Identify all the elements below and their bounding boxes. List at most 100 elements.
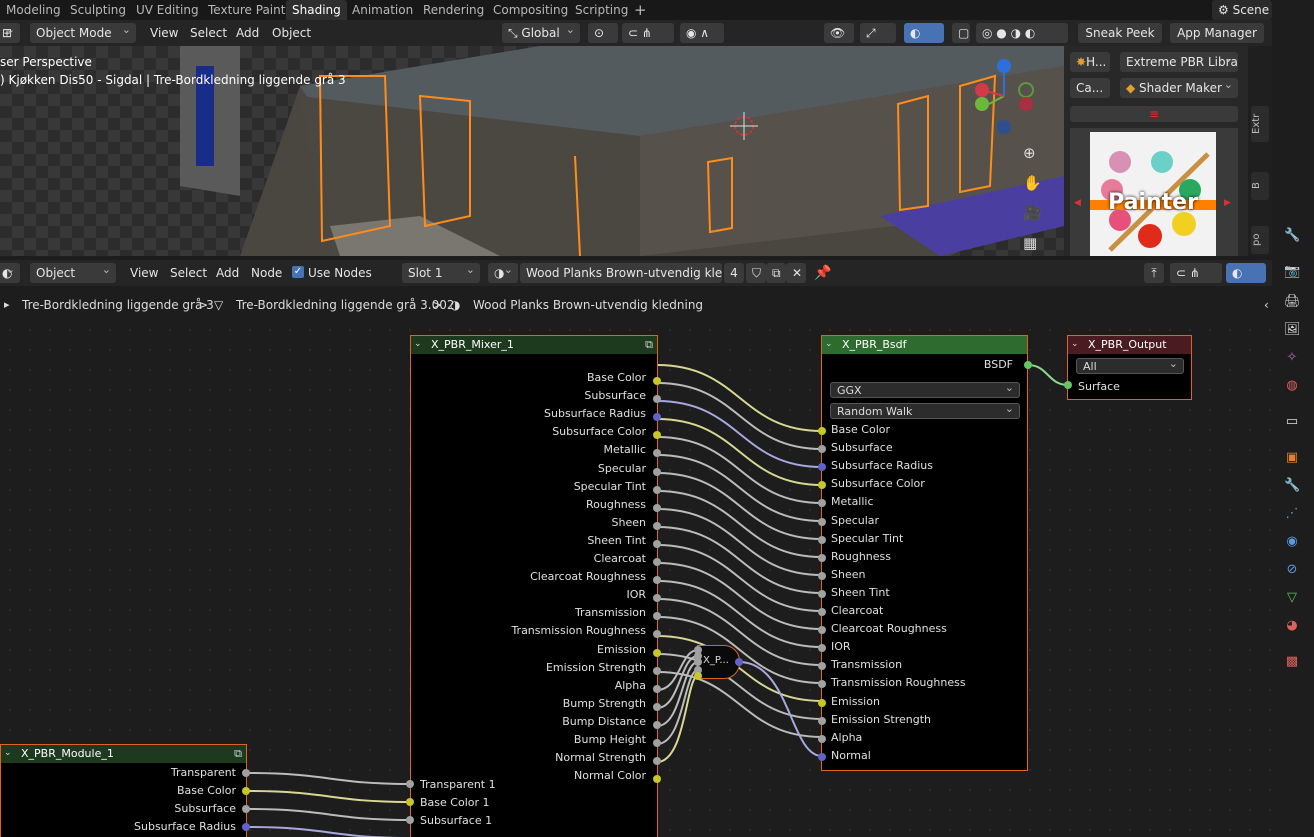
tab-animation[interactable]: Animation (346, 0, 419, 20)
surface-input-socket[interactable] (1064, 381, 1072, 389)
mixer-output-socket[interactable] (653, 467, 661, 476)
extreme-pbr-dropdown[interactable]: Extreme PBR Libra... (1120, 52, 1238, 72)
tab-compositing[interactable]: Compositing (487, 0, 574, 20)
tab-sculpting[interactable]: Sculpting (64, 0, 132, 20)
data-icon[interactable]: ▽ (1284, 590, 1300, 606)
mixer-output-socket[interactable] (653, 539, 661, 548)
output-icon[interactable]: 🖨 (1284, 294, 1301, 310)
pan-hand-icon[interactable]: ✋ (1023, 174, 1042, 192)
material-users[interactable]: 4 (724, 263, 744, 283)
module-output-socket[interactable] (242, 823, 250, 831)
node-canvas[interactable]: X_PBR_Mixer_1 ⌄ ⧉ X_PBR_Bsdf ⌄ BSDF GGX … (0, 320, 1276, 837)
node-snap-icon[interactable]: ⊂ ⋔ (1170, 263, 1222, 283)
bsdf-input-socket[interactable] (818, 535, 826, 544)
mixer-output-socket[interactable] (653, 666, 661, 675)
subsurface-method-dropdown[interactable]: Random Walk (830, 401, 1020, 419)
module-output-socket[interactable] (242, 769, 250, 777)
menu-view[interactable]: View (150, 23, 178, 43)
app-manager-button[interactable]: App Manager (1170, 23, 1264, 43)
prev-arrow-icon[interactable]: ◀ (1074, 198, 1081, 208)
object-mode-dropdown[interactable]: Object Mode (30, 23, 136, 43)
collection-icon[interactable]: ▭ (1284, 414, 1300, 430)
bsdf-input-socket[interactable] (818, 608, 826, 616)
zoom-icon[interactable]: ⊕ (1023, 144, 1036, 162)
slot-dropdown[interactable]: Slot 1 (402, 263, 480, 283)
overlay-icon[interactable]: ◐ (904, 23, 944, 43)
pivot-icon[interactable]: ⊙ (588, 23, 618, 43)
mixer-output-socket[interactable] (653, 720, 661, 729)
camera-icon[interactable]: 🎥 (1023, 204, 1042, 222)
collapse-chevron-icon[interactable]: ⌄ (825, 339, 833, 349)
node-overlay-icon[interactable]: ◐ (1226, 263, 1266, 283)
mixer-input-socket[interactable] (406, 816, 414, 824)
node-menu-select[interactable]: Select (170, 263, 207, 283)
mixer-output-socket[interactable] (653, 558, 661, 566)
proportional-edit-icon[interactable]: ◉ ∧ (680, 23, 724, 43)
mixer-input-socket[interactable] (406, 780, 414, 788)
duplicate-icon[interactable]: ⧉ (766, 263, 786, 283)
object-type-dropdown[interactable]: Object (30, 263, 116, 283)
tab-rendering[interactable]: Rendering (417, 0, 490, 20)
use-nodes-checkbox[interactable]: ✓ (292, 266, 304, 278)
render-icon[interactable]: 📷 (1284, 264, 1300, 280)
xray-icon[interactable]: ▢ (952, 23, 970, 43)
bsdf-input-socket[interactable] (818, 698, 826, 707)
bsdf-output-socket[interactable] (1024, 361, 1032, 369)
distribution-dropdown[interactable]: GGX (830, 380, 1020, 398)
mixer-output-socket[interactable] (653, 521, 661, 530)
bsdf-input-socket[interactable] (818, 517, 826, 526)
bsdf-input-socket[interactable] (818, 427, 826, 435)
scene-prop-icon[interactable]: ✧ (1284, 350, 1300, 366)
collapse-chevron-icon[interactable]: ⌄ (414, 339, 422, 349)
h-button[interactable]: ✸H... (1070, 52, 1110, 72)
material-browse-icon[interactable]: ◑ (488, 263, 518, 283)
modifier-icon[interactable]: 🔧 (1284, 478, 1300, 494)
menu-select[interactable]: Select (190, 23, 227, 43)
orientation-dropdown[interactable]: ⤡ Global (502, 23, 580, 43)
group-output-socket[interactable] (735, 658, 743, 666)
grid-view-icon[interactable]: ▦ (1023, 234, 1037, 252)
mixer-output-socket[interactable] (653, 503, 661, 512)
particles-icon[interactable]: ⋰ (1284, 506, 1300, 522)
menu-add[interactable]: Add (236, 23, 259, 43)
mixer-output-socket[interactable] (653, 739, 661, 747)
menu-object[interactable]: Object (272, 23, 311, 43)
bsdf-input-socket[interactable] (818, 553, 826, 562)
object-prop-icon[interactable]: ▣ (1284, 450, 1300, 466)
collapse-chevron-icon[interactable]: ⌄ (4, 748, 12, 758)
editor-type-button[interactable]: ⊞ (0, 23, 20, 43)
module-output-socket[interactable] (242, 805, 250, 813)
tab-extr[interactable]: Extr (1251, 106, 1269, 142)
module-output-socket[interactable] (242, 787, 250, 795)
ca-button[interactable]: Ca... (1070, 78, 1110, 98)
tool-icon[interactable]: 🔧 (1284, 228, 1300, 244)
painter-preview[interactable]: Painter ◀ ▶ (1070, 128, 1238, 256)
node-menu-view[interactable]: View (130, 263, 158, 283)
gizmo-icon[interactable]: ⤢ (860, 23, 896, 43)
tab-scripting[interactable]: Scripting (569, 0, 634, 20)
mixer-input-socket[interactable] (406, 798, 414, 806)
add-workspace-icon[interactable]: + (628, 0, 653, 20)
group-input-socket[interactable] (694, 672, 702, 680)
sneak-peek-button[interactable]: Sneak Peek (1078, 23, 1162, 43)
snap-icon[interactable]: ⊂ ⋔ (622, 23, 674, 43)
tab-b[interactable]: B (1251, 172, 1269, 200)
next-arrow-icon[interactable]: ▶ (1224, 198, 1231, 208)
node-menu-add[interactable]: Add (216, 263, 239, 283)
bsdf-input-socket[interactable] (818, 571, 826, 580)
physics-icon[interactable]: ◉ (1284, 534, 1300, 550)
tab-texture-paint[interactable]: Texture Paint (202, 0, 291, 20)
tab-uv-editing[interactable]: UV Editing (130, 0, 205, 20)
bsdf-input-socket[interactable] (818, 752, 826, 761)
scene-selector[interactable]: ⚙ Scene (1212, 0, 1272, 20)
tab-shading[interactable]: Shading (286, 0, 347, 20)
bsdf-input-socket[interactable] (818, 716, 826, 725)
tab-modeling[interactable]: Modeling (0, 0, 67, 20)
tab-po[interactable]: po (1251, 226, 1269, 254)
collapse-icon[interactable]: ≡ (1070, 106, 1238, 122)
sidebar-toggle-icon[interactable]: ‹ (1264, 298, 1269, 312)
shading-mode-icons[interactable]: ◎ ● ◑ ◐ (976, 23, 1068, 43)
node-menu-node[interactable]: Node (251, 263, 282, 283)
pin-icon[interactable]: 📌 (814, 263, 831, 283)
bsdf-input-socket[interactable] (818, 734, 826, 743)
